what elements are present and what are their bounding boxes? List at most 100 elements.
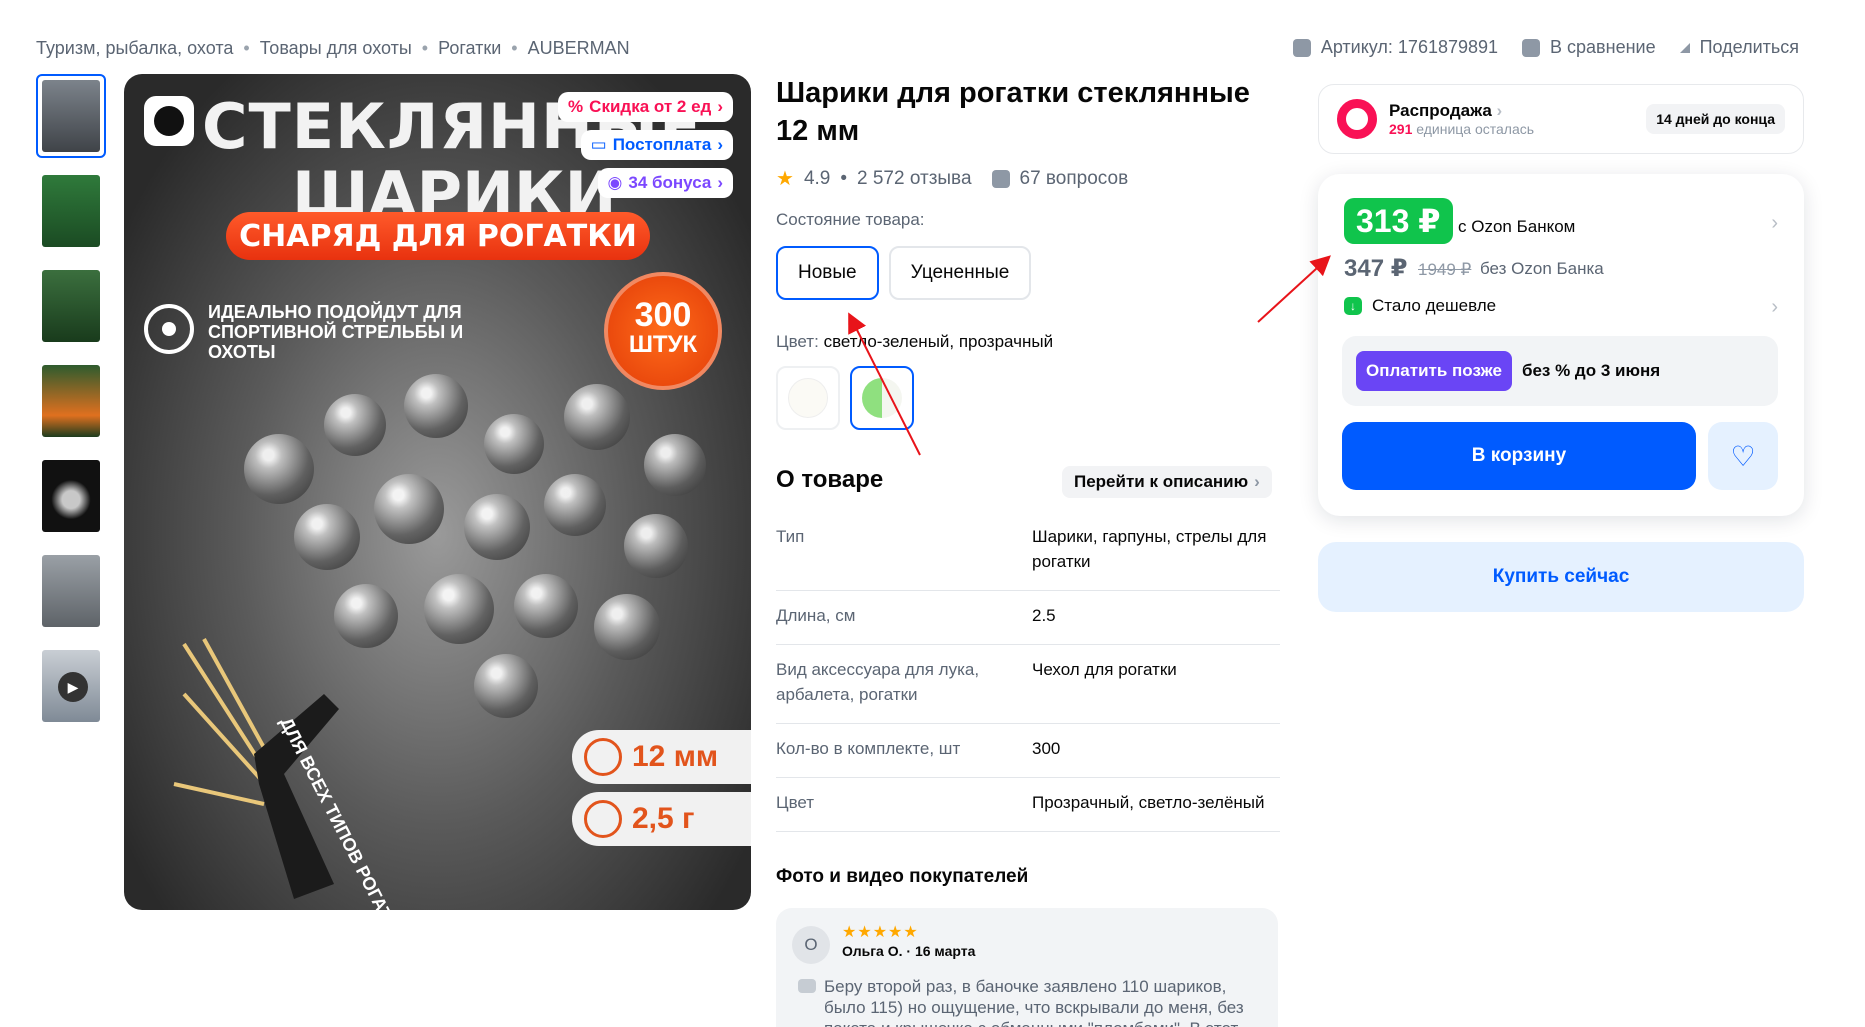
video-thumbnail[interactable]: ▶: [36, 644, 106, 728]
play-icon: ▶: [58, 672, 88, 702]
price-bank-note: с Ozon Банком: [1458, 217, 1576, 236]
about-heading: О товаре: [776, 466, 884, 493]
color-swatches: [776, 366, 914, 430]
comment-icon: [798, 979, 816, 993]
spec-key: Вид аксессуара для лука, арбалета, рогат…: [776, 660, 980, 704]
breadcrumb-item-slingshots[interactable]: Рогатки: [438, 38, 501, 59]
card-icon: ▭: [590, 135, 607, 154]
spec-row: Длина, см 2.5: [776, 591, 1280, 645]
breadcrumb-item-tourism[interactable]: Туризм, рыбалка, охота: [36, 38, 233, 59]
thumbnail-list: ▶: [36, 74, 108, 739]
spec-row: Кол-во в комплекте, шт 300: [776, 724, 1280, 778]
brand-logo: [144, 96, 194, 146]
compare-button[interactable]: В сравнение: [1522, 37, 1656, 58]
thumbnail[interactable]: [36, 359, 106, 443]
price-dropped-row[interactable]: ↓ Стало дешевле: [1344, 296, 1496, 316]
discount-badge[interactable]: % Скидка от 2 ед ›: [558, 92, 733, 122]
breadcrumb-separator: •: [243, 38, 250, 58]
chevron-right-icon: ›: [717, 135, 723, 154]
add-to-cart-button[interactable]: В корзину: [1342, 422, 1696, 490]
thumbnail[interactable]: [36, 74, 106, 158]
thumbnail[interactable]: [36, 549, 106, 633]
rating-value[interactable]: 4.9: [804, 168, 830, 190]
arrow-down-icon: ↓: [1344, 297, 1362, 315]
specs-table: Тип Шарики, гарпуны, стрелы для рогатки Дл…: [776, 512, 1280, 832]
breadcrumb-item-hunting[interactable]: Товары для охоты: [260, 38, 412, 59]
price-no-bank-note: без Ozon Банка: [1480, 259, 1604, 278]
chevron-right-icon[interactable]: ›: [1771, 296, 1778, 319]
swatch-transparent[interactable]: [776, 366, 840, 430]
weight-pill: 2,5 г: [572, 792, 751, 846]
bonus-badge[interactable]: ◉ 34 бонуса ›: [597, 168, 733, 198]
breadcrumb: Туризм, рыбалка, охота • Товары для охот…: [36, 38, 630, 59]
image-subtitle: ИДЕАЛЬНО ПОДОЙДУТ ДЛЯ СПОРТИВНОЙ СТРЕЛЬБ…: [208, 302, 464, 362]
sale-title: Распродажа ›: [1389, 101, 1503, 120]
price-crossed: 1949 ₽: [1418, 260, 1472, 279]
postpay-badge[interactable]: ▭ Постоплата ›: [580, 130, 733, 160]
thumbnail[interactable]: [36, 264, 106, 348]
thumbnail[interactable]: [36, 169, 106, 253]
pay-later-button[interactable]: Оплатить позже: [1356, 351, 1512, 391]
chevron-right-icon[interactable]: ›: [1771, 212, 1778, 235]
color-value: светло-зеленый, прозрачный: [823, 332, 1054, 351]
top-actions: Артикул: 1761879891 В сравнение Поделить…: [1292, 37, 1799, 58]
chevron-right-icon: ›: [1254, 472, 1260, 491]
copy-icon: [1292, 38, 1311, 57]
breadcrumb-item-brand[interactable]: AUBERMAN: [528, 38, 630, 59]
sale-icon: [1337, 99, 1377, 139]
sale-card[interactable]: Распродажа › 291 единица осталась 14 дне…: [1318, 84, 1804, 154]
compare-label: В сравнение: [1550, 37, 1656, 57]
article-label: Артикул: 1761879891: [1320, 37, 1499, 57]
review-author: Ольга О. · 16 марта: [842, 943, 976, 959]
compare-icon: [1522, 38, 1541, 57]
article-number[interactable]: Артикул: 1761879891: [1292, 37, 1499, 58]
avatar: О: [792, 926, 830, 964]
breadcrumb-separator: •: [511, 38, 518, 58]
condition-discounted[interactable]: Уцененные: [888, 246, 1032, 300]
review-text: Беру второй раз, в баночке заявлено 110 …: [798, 976, 1268, 1027]
heart-icon: ♡: [1730, 440, 1756, 472]
condition-new[interactable]: Новые: [776, 246, 879, 300]
chevron-right-icon: ›: [717, 97, 723, 116]
buy-now-button[interactable]: Купить сейчас: [1318, 542, 1804, 612]
bonus-icon: ◉: [607, 173, 623, 192]
review-card[interactable]: О ★★★★★ Ольга О. · 16 марта Беру второй …: [776, 908, 1278, 1027]
image-badges: % Скидка от 2 ед › ▭ Постоплата › ◉ 34 бонуса…: [558, 92, 733, 198]
review-date: 16 марта: [914, 943, 976, 959]
count-badge: 300 ШТУК: [604, 272, 722, 390]
color-label: Цвет: светло-зеленый, прозрачный: [776, 332, 1054, 351]
spec-row: Цвет Прозрачный, светло-зелёный: [776, 778, 1280, 832]
questions-link[interactable]: 67 вопросов: [1020, 168, 1129, 190]
percent-icon: %: [568, 97, 584, 116]
dot-separator: •: [840, 167, 848, 189]
star-icon: ★: [776, 168, 794, 190]
share-button[interactable]: Поделиться: [1679, 37, 1799, 58]
spec-row: Вид аксессуара для лука, арбалета, рогат…: [776, 645, 1280, 724]
go-to-description-button[interactable]: Перейти к описанию ›: [1062, 466, 1272, 498]
main-product-image[interactable]: СТЕКЛЯННЫЕ ШАРИКИ СНАРЯД ДЛЯ РОГАТКИ ИДЕ…: [124, 74, 751, 910]
price-regular: 347 ₽: [1344, 255, 1408, 282]
favorite-button[interactable]: ♡: [1708, 422, 1778, 490]
share-label: Поделиться: [1699, 37, 1799, 57]
question-icon: [991, 169, 1010, 188]
slingshot-illustration: [173, 638, 339, 899]
customer-photos-heading: Фото и видео покупателей: [776, 866, 1029, 887]
sale-remaining: 291 единица осталась: [1389, 121, 1535, 137]
image-banner: СНАРЯД ДЛЯ РОГАТКИ: [226, 212, 650, 260]
spec-value: Чехол для рогатки: [1032, 660, 1177, 679]
spec-value: 300: [1032, 739, 1061, 758]
reviews-link[interactable]: 2 572 отзыва: [857, 168, 972, 190]
rating-row: ★ 4.9 • 2 572 отзыва 67 вопросов: [776, 166, 1128, 191]
condition-label: Состояние товара:: [776, 210, 925, 229]
swatch-light-green[interactable]: [850, 366, 914, 430]
review-stars: ★★★★★: [842, 924, 919, 941]
share-icon: [1679, 42, 1690, 53]
spec-value: Шарики, гарпуны, стрелы для рогатки: [1032, 527, 1267, 571]
spec-value: Прозрачный, светло-зелёный: [1032, 793, 1265, 812]
spec-key: Кол-во в комплекте, шт: [776, 739, 961, 758]
thumbnail[interactable]: [36, 454, 106, 538]
pay-later-block: Оплатить позже без % до 3 июня: [1342, 336, 1778, 406]
spec-row: Тип Шарики, гарпуны, стрелы для рогатки: [776, 512, 1280, 591]
price-card: 313 ₽ с Ozon Банком › 347 ₽ 1949 ₽ без O…: [1318, 174, 1804, 516]
price-ozon-bank[interactable]: 313 ₽: [1344, 198, 1453, 244]
